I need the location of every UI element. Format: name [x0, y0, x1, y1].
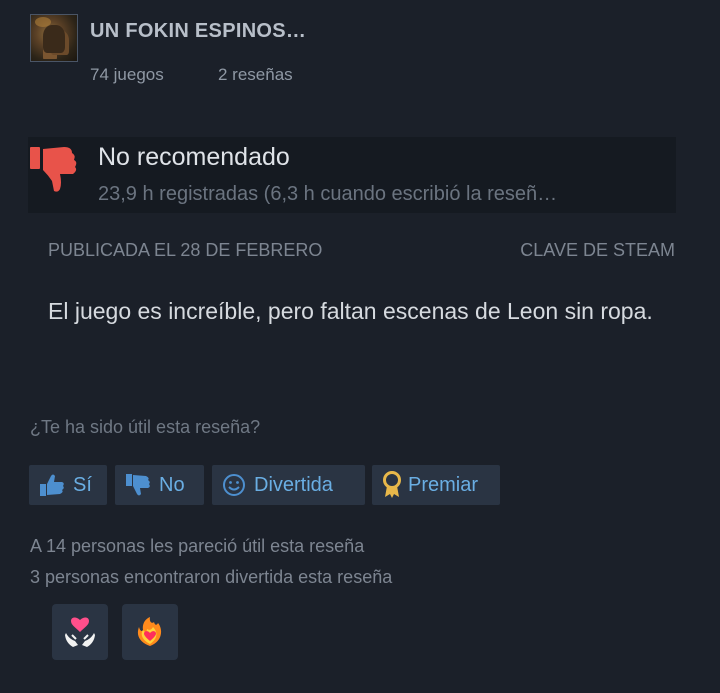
user-avatar[interactable]: [30, 14, 78, 62]
reviews-count[interactable]: 2 reseñas: [218, 65, 293, 85]
thumbs-down-icon: [126, 474, 150, 496]
posted-date: PUBLICADA EL 28 DE FEBRERO: [48, 240, 323, 260]
fire-heart-award-icon: [137, 617, 162, 646]
username[interactable]: UN FOKIN ESPINOS…: [90, 20, 306, 43]
award-label: Premiar: [408, 473, 479, 496]
vote-no-button[interactable]: No: [115, 465, 204, 505]
thumbs-down-icon: [30, 147, 77, 192]
games-count[interactable]: 74 juegos: [90, 65, 164, 85]
product-source: CLAVE DE STEAM: [520, 240, 675, 260]
helpful-count: A 14 personas les pareció útil esta rese…: [30, 536, 365, 556]
award-tile-fire-heart[interactable]: [122, 604, 178, 660]
vote-yes-button[interactable]: Sí: [29, 465, 107, 505]
verdict-title: No recomendado: [98, 143, 290, 171]
award-tile-heart-hands[interactable]: [52, 604, 108, 660]
helpful-question: ¿Te ha sido útil esta reseña?: [30, 417, 261, 437]
review-text: El juego es increíble, pero faltan escen…: [48, 298, 653, 324]
vote-yes-label: Sí: [73, 473, 92, 496]
heart-hands-award-icon: [65, 617, 95, 647]
vote-funny-label: Divertida: [254, 473, 333, 496]
vote-no-label: No: [159, 473, 185, 496]
award-button[interactable]: Premiar: [372, 465, 500, 505]
hours-played: 23,9 h registradas (6,3 h cuando escribi…: [98, 183, 558, 205]
smiley-icon: [223, 474, 245, 496]
funny-count: 3 personas encontraron divertida esta re…: [30, 567, 393, 587]
thumbs-up-icon: [40, 474, 64, 496]
award-medal-icon: [383, 471, 401, 498]
vote-funny-button[interactable]: Divertida: [212, 465, 365, 505]
